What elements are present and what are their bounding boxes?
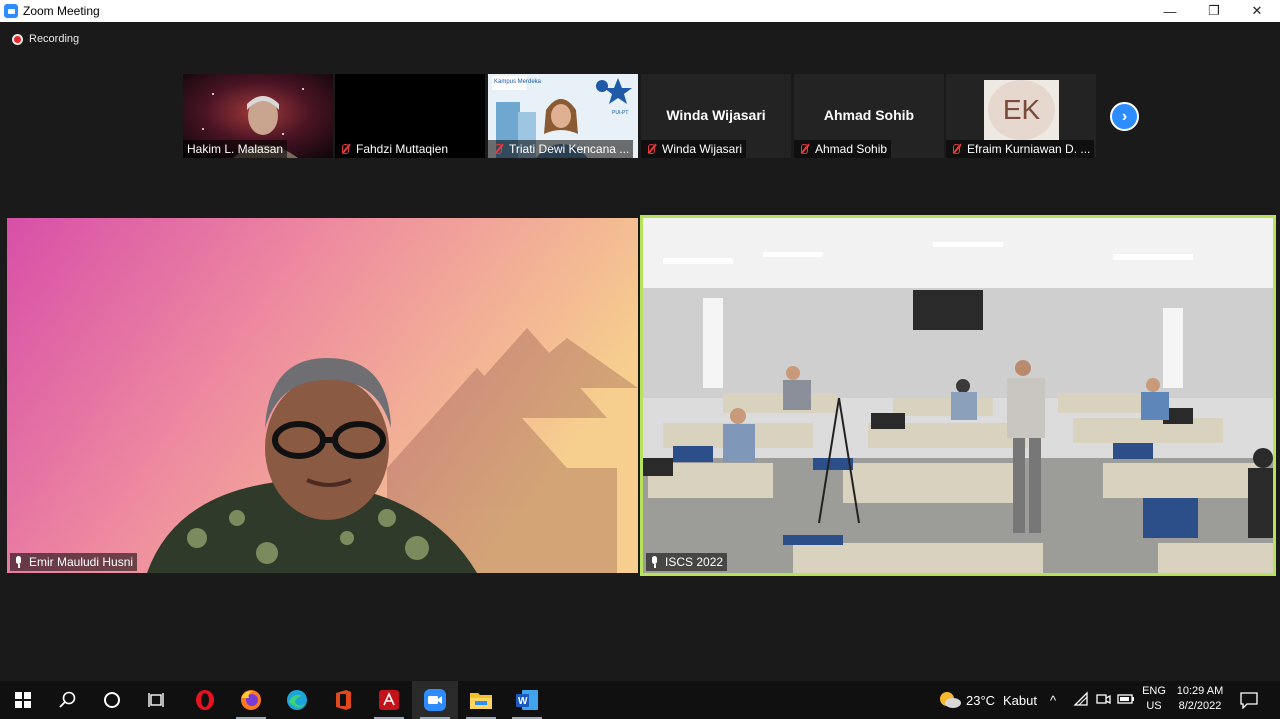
acrobat-icon[interactable] — [366, 681, 412, 719]
participant-name-tag: Fahdzi Muttaqien — [335, 140, 453, 158]
zoom-icon[interactable] — [412, 681, 458, 719]
restore-button[interactable]: ❐ — [1192, 0, 1236, 22]
participant-display-name: Winda Wijasari — [666, 107, 766, 123]
svg-text:W: W — [518, 696, 528, 707]
participant-name-tag: Triati Dewi Kencana ... — [488, 140, 634, 158]
participant-name: Emir Mauludi Husni — [29, 555, 134, 569]
participant-name: Efraim Kurniawan D. ... — [967, 142, 1091, 156]
recording-indicator[interactable]: Recording — [12, 33, 79, 45]
task-view-icon[interactable] — [134, 681, 180, 719]
participant-display-name: Ahmad Sohib — [823, 107, 915, 123]
meet-now-icon[interactable] — [1095, 691, 1111, 712]
participant-name: ISCS 2022 — [665, 555, 724, 569]
opera-icon[interactable] — [182, 681, 228, 719]
next-page-button[interactable]: › — [1110, 102, 1139, 131]
edge-icon[interactable] — [274, 681, 320, 719]
video-feed-emir — [7, 218, 638, 573]
mic-icon — [14, 556, 24, 568]
participant-name: Hakim L. Malasan — [183, 140, 288, 158]
mic-icon — [650, 556, 660, 568]
avatar-initials: EK — [1002, 94, 1041, 125]
notifications-icon[interactable] — [1240, 691, 1258, 714]
participant-thumb-winda[interactable]: Winda Wijasari Winda Wijasari — [641, 74, 791, 158]
mic-muted-icon — [339, 143, 351, 155]
recording-label: Recording — [29, 33, 80, 45]
participant-name-tag: Emir Mauludi Husni — [10, 553, 138, 571]
participant-name-tag: Winda Wijasari — [641, 140, 747, 158]
clock-date: 8/2/2022 — [1178, 700, 1222, 712]
video-tile-iscs[interactable]: ISCS 2022 — [640, 215, 1276, 576]
video-feed-iscs-room — [643, 218, 1273, 573]
participant-name: Fahdzi Muttaqien — [356, 142, 449, 156]
weather-icon[interactable] — [938, 689, 962, 714]
participant-name-tag: Efraim Kurniawan D. ... — [946, 140, 1095, 158]
search-icon[interactable] — [44, 681, 90, 719]
firefox-icon[interactable] — [228, 681, 274, 719]
language-code: ENG — [1142, 685, 1166, 697]
participant-thumb-triati[interactable]: Kampus Merdeka PUI-PT Triati Dewi Kencan… — [488, 74, 638, 158]
office-icon[interactable] — [320, 681, 366, 719]
avatar: EK — [984, 80, 1059, 140]
participant-name: Winda Wijasari — [662, 142, 743, 156]
participant-thumb-hakim[interactable]: Hakim L. Malasan — [183, 74, 333, 158]
wifi-icon[interactable] — [1073, 691, 1089, 712]
mic-muted-icon — [492, 143, 504, 155]
language-indicator[interactable]: ENG US — [1141, 685, 1167, 712]
participant-name: Triati Dewi Kencana ... — [509, 142, 630, 156]
video-tile-emir[interactable]: Emir Mauludi Husni — [7, 218, 638, 573]
mic-muted-icon — [950, 143, 962, 155]
participant-thumb-efraim[interactable]: EK Efraim Kurniawan D. ... — [946, 74, 1096, 158]
file-explorer-icon[interactable] — [458, 681, 504, 719]
kampus-merdeka-logo: Kampus Merdeka — [494, 79, 542, 85]
taskbar: W 23°C Kabut ^ ENG US 10:29 AM 8/2/2022 — [0, 681, 1280, 719]
close-button[interactable]: ✕ — [1235, 0, 1279, 22]
participant-thumb-ahmad[interactable]: Ahmad Sohib Ahmad Sohib — [794, 74, 944, 158]
mic-muted-icon — [645, 143, 657, 155]
title-bar: Zoom Meeting — ❐ ✕ — [0, 0, 1280, 22]
pui-pt-logo: PUI-PT — [612, 110, 628, 116]
chevron-right-icon: › — [1121, 107, 1128, 125]
minimize-button[interactable]: — — [1148, 0, 1192, 22]
participant-thumb-fahdzi[interactable]: Fahdzi Muttaqien — [335, 74, 485, 158]
battery-icon[interactable] — [1117, 692, 1135, 711]
participant-name: Ahmad Sohib — [815, 142, 888, 156]
participant-name-tag: Ahmad Sohib — [794, 140, 892, 158]
cortana-icon[interactable] — [89, 681, 135, 719]
zoom-app-icon — [4, 4, 18, 18]
record-icon — [12, 33, 23, 45]
region-code: US — [1146, 700, 1162, 712]
windows-start-icon[interactable] — [0, 681, 46, 719]
clock-time: 10:29 AM — [1176, 685, 1224, 697]
clock[interactable]: 10:29 AM 8/2/2022 — [1172, 685, 1228, 712]
word-icon[interactable]: W — [504, 681, 550, 719]
weather-condition[interactable]: Kabut — [1003, 693, 1037, 708]
mic-muted-icon — [798, 143, 810, 155]
weather-temp[interactable]: 23°C — [966, 693, 995, 708]
participant-name-tag: ISCS 2022 — [646, 553, 728, 571]
window-title: Zoom Meeting — [23, 4, 100, 18]
chevron-up-icon[interactable]: ^ — [1050, 693, 1056, 708]
